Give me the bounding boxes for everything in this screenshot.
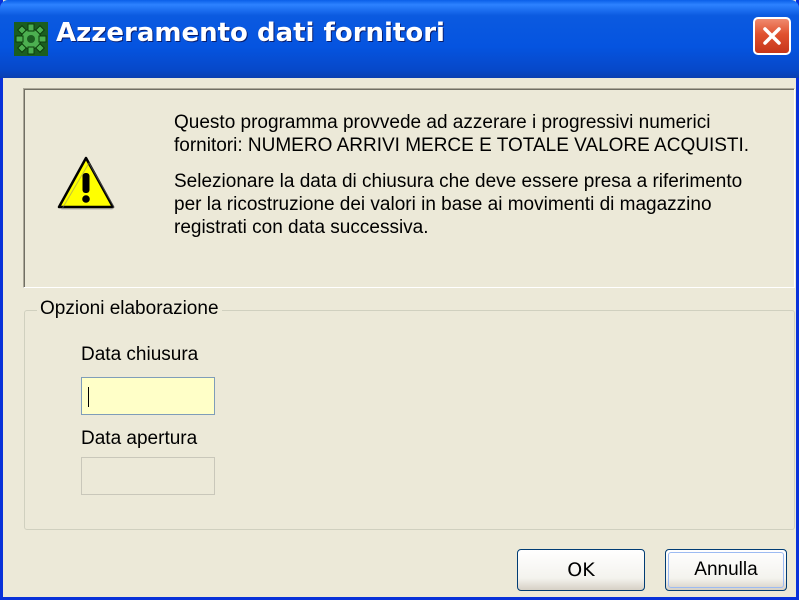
green-gear-icon (14, 22, 48, 56)
close-button[interactable] (753, 17, 791, 55)
data-chiusura-input[interactable] (81, 377, 215, 415)
window-title: Azzeramento dati fornitori (56, 18, 445, 48)
data-chiusura-label: Data chiusura (81, 344, 199, 365)
info-paragraph-1: Questo programma provvede ad azzerare i … (174, 112, 750, 156)
warning-icon (56, 155, 116, 211)
data-apertura-input[interactable] (81, 457, 215, 495)
options-groupbox: Opzioni elaborazione Data chiusura Data … (24, 298, 795, 530)
options-legend: Opzioni elaborazione (37, 298, 222, 320)
info-paragraph-2: Selezionare la data di chiusura che deve… (174, 171, 743, 238)
dialog-window: Azzeramento dati fornitori Questo progra… (0, 0, 799, 600)
text-caret (88, 387, 89, 407)
title-bar[interactable]: Azzeramento dati fornitori (0, 0, 799, 78)
data-apertura-label: Data apertura (81, 428, 198, 449)
info-message: Questo programma provvede ad azzerare i … (174, 111, 774, 239)
ok-button[interactable]: OK (517, 549, 645, 591)
close-icon (763, 27, 781, 45)
info-panel: Questo programma provvede ad azzerare i … (23, 88, 795, 288)
cancel-button[interactable]: Annulla (665, 549, 787, 591)
